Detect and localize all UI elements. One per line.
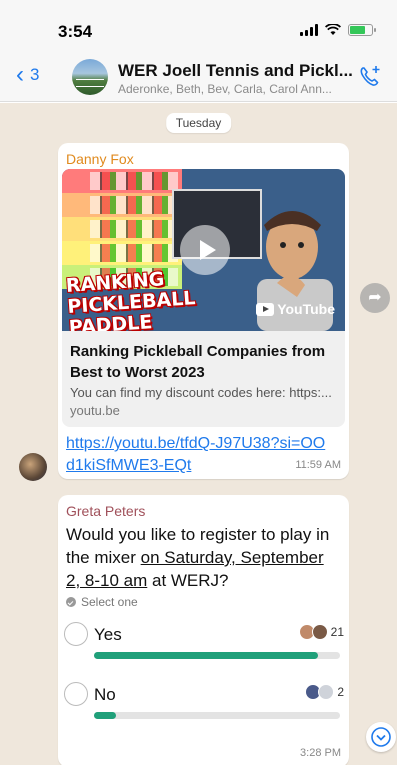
scroll-down-button[interactable] (366, 722, 396, 752)
chat-area[interactable]: Tuesday Danny Fox RANKING PICKLEBALL PAD… (0, 103, 397, 765)
poll-question-end: at WERJ? (147, 571, 229, 590)
chevron-left-icon: ‹ (16, 61, 24, 88)
sender-name[interactable]: Danny Fox (66, 151, 134, 167)
battery-icon (348, 24, 376, 36)
poll-option-label: No (94, 685, 116, 704)
thumbnail-title: RANKING PICKLEBALL PADDLE COMPANIES (65, 268, 197, 331)
poll-radio[interactable] (64, 682, 88, 706)
poll-bar-track (94, 712, 340, 719)
poll-bar-track (94, 652, 340, 659)
forward-icon[interactable]: ➦ (360, 283, 390, 313)
poll-bar-fill (94, 652, 318, 659)
preview-description: You can find my discount codes here: htt… (70, 385, 332, 400)
chat-header: ‹ 3 WER Joell Tennis and Pickl... Aderon… (0, 52, 397, 102)
wifi-icon (325, 24, 341, 35)
poll-voters[interactable]: 21 (298, 624, 344, 640)
sender-name[interactable]: Greta Peters (66, 503, 145, 519)
poll-vote-count: 21 (330, 625, 344, 639)
back-button[interactable]: ‹ 3 (16, 61, 40, 88)
message-time: 11:59 AM (295, 459, 341, 471)
youtube-label: YouTube (277, 301, 335, 317)
voter-avatar (311, 624, 328, 640)
poll-bubble[interactable]: Greta Peters Would you like to register … (58, 495, 349, 765)
cellular-signal-icon (300, 24, 318, 36)
link-preview[interactable]: RANKING PICKLEBALL PADDLE COMPANIES YouT… (62, 169, 345, 427)
check-circle-icon (66, 597, 76, 607)
voter-avatar (318, 684, 335, 700)
day-separator: Tuesday (165, 113, 232, 133)
poll-option-no[interactable]: No 2 (64, 680, 344, 724)
poll-question: Would you like to register to play in th… (66, 523, 341, 592)
message-bubble[interactable]: Danny Fox RANKING PICKLEBALL PADDLE YouT… (58, 143, 349, 479)
add-call-icon[interactable] (357, 64, 383, 90)
unread-count: 3 (30, 65, 40, 84)
play-icon[interactable] (180, 225, 230, 275)
poll-vote-count: 2 (337, 685, 344, 699)
youtube-badge: YouTube (256, 301, 335, 317)
poll-hint: Select one (66, 595, 138, 609)
poll-radio[interactable] (64, 622, 88, 646)
poll-hint-text: Select one (81, 595, 138, 609)
poll-option-label: Yes (94, 625, 122, 644)
preview-domain: youtu.be (70, 403, 120, 418)
status-bar: 3:54 (0, 0, 397, 52)
message-time: 3:28 PM (300, 747, 341, 759)
status-time: 3:54 (58, 22, 93, 41)
preview-title: Ranking Pickleball Companies from Best t… (70, 343, 326, 381)
group-avatar[interactable] (72, 59, 108, 95)
group-title[interactable]: WER Joell Tennis and Pickl... (118, 61, 353, 81)
video-thumbnail[interactable]: RANKING PICKLEBALL PADDLE COMPANIES YouT… (62, 169, 345, 331)
poll-option-yes[interactable]: Yes 21 (64, 620, 344, 664)
sender-avatar[interactable] (19, 453, 47, 481)
poll-voters[interactable]: 2 (305, 684, 344, 700)
chevron-down-icon (371, 727, 391, 747)
poll-bar-fill (94, 712, 117, 719)
status-icons (300, 24, 376, 36)
group-members[interactable]: Aderonke, Beth, Bev, Carla, Carol Ann... (118, 82, 332, 96)
youtube-logo-icon (256, 302, 275, 316)
message-link[interactable]: https://youtu.be/tfdQ-J97U38?si=OOd1kiSf… (66, 433, 331, 477)
